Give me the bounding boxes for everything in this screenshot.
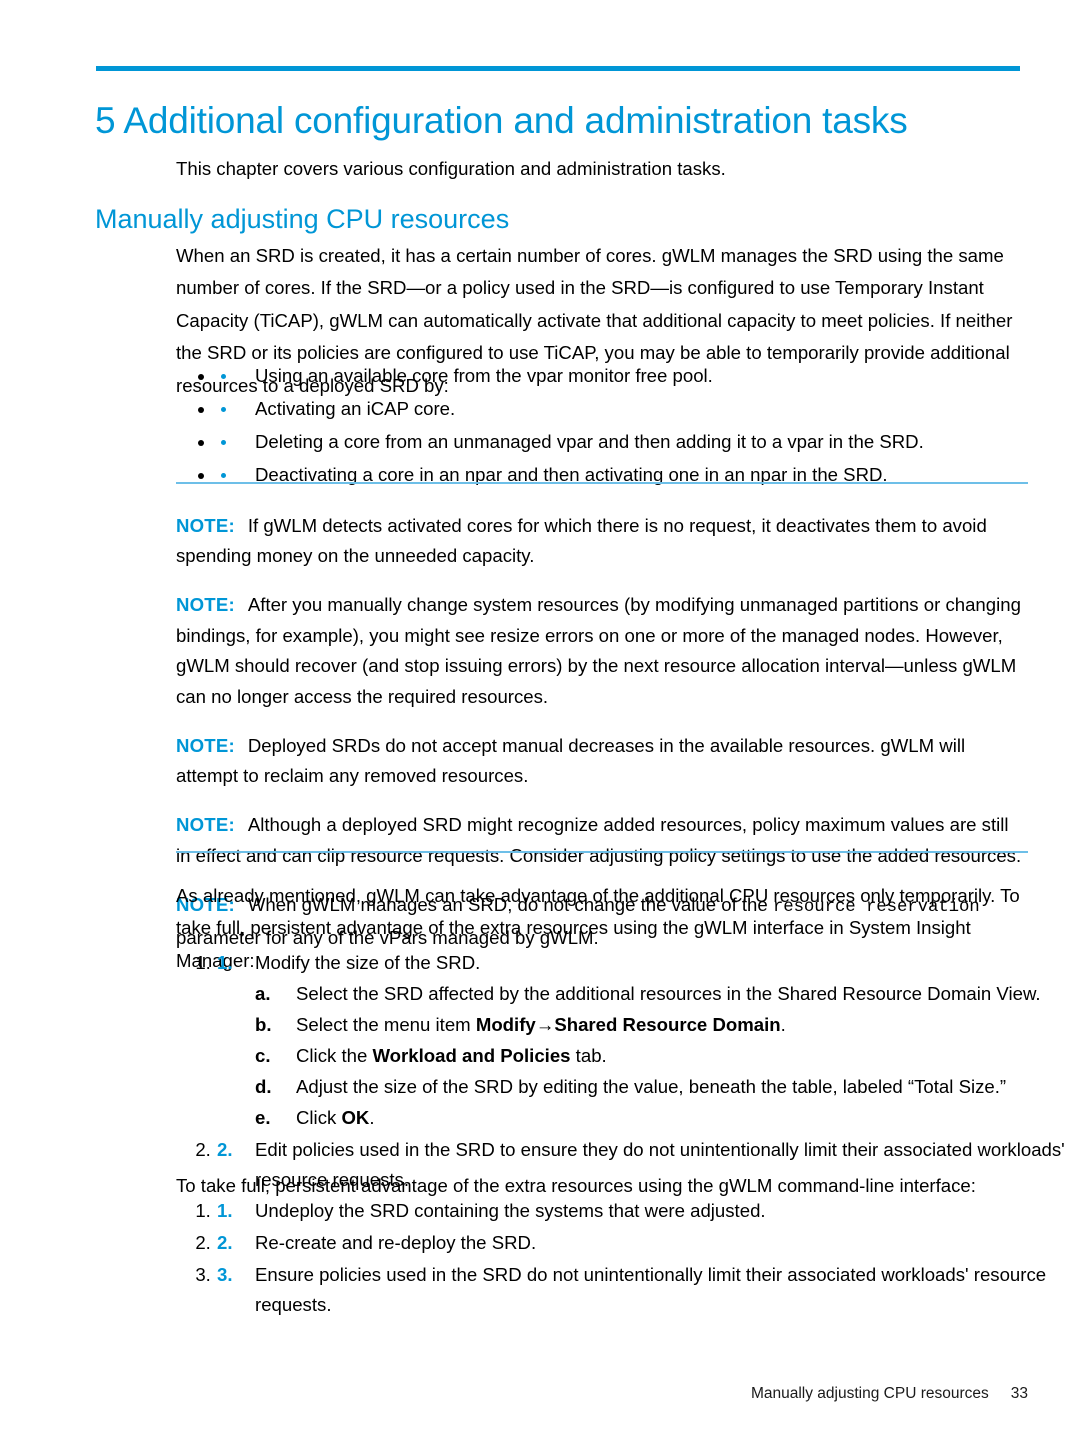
cli-step-text: Undeploy the SRD containing the systems … <box>255 1200 766 1221</box>
substep-marker: a. <box>255 983 271 1004</box>
bullet-dot-icon <box>221 440 226 445</box>
cli-step-text: Ensure policies used in the SRD do not u… <box>255 1264 1047 1315</box>
bullet-item: Using an available core from the vpar mo… <box>216 365 1068 387</box>
section-heading: Manually adjusting CPU resources <box>95 204 510 235</box>
bullet-item: Activating an iCAP core. <box>216 398 1068 420</box>
note-label: NOTE: <box>176 514 235 536</box>
substep-text: Select the SRD affected by the additiona… <box>296 983 1041 1004</box>
notes-top-rule <box>176 482 1028 484</box>
sim-step-marker: 1. <box>217 952 233 973</box>
substep-text: Adjust the size of the SRD by editing th… <box>296 1076 1007 1097</box>
footer-page-number: 33 <box>1010 1385 1028 1402</box>
bullet-item: Deleting a core from an unmanaged vpar a… <box>216 431 1068 453</box>
cli-step: 1. Undeploy the SRD containing the system… <box>216 1196 1068 1226</box>
bullet-dot-icon <box>221 407 226 412</box>
sim-step: 1. Modify the size of the SRD. a. Select th… <box>216 948 1068 1133</box>
note-block: NOTE: Although a deployed SRD might recog… <box>176 810 1028 871</box>
note-text: Although a deployed SRD might recognize … <box>176 814 1022 866</box>
substep-bold-term-2: Shared Resource Domain <box>554 1014 781 1035</box>
menu-arrow-icon: → <box>535 1014 555 1035</box>
substep-bold-term: OK <box>341 1107 370 1128</box>
cli-step-marker: 1. <box>217 1200 233 1221</box>
chapter-intro-paragraph: This chapter covers various configuratio… <box>176 157 726 179</box>
bullet-item-label: Activating an iCAP core. <box>255 398 456 419</box>
substep-item: a. Select the SRD affected by the additio… <box>255 979 1068 1009</box>
sim-step-marker: 2. <box>217 1139 233 1160</box>
substep-item: b. Select the menu item Modify→Shared Res… <box>255 1010 1068 1040</box>
cli-step-marker: 3. <box>217 1264 233 1285</box>
note-block: NOTE: Deployed SRDs do not accept manual … <box>176 731 1028 792</box>
substep-marker: c. <box>255 1045 271 1066</box>
substep-bold-term: Workload and Policies <box>372 1045 571 1066</box>
substep-text: Select the menu item Modify→Shared Resou… <box>296 1014 786 1035</box>
cli-step-marker: 2. <box>217 1232 233 1253</box>
note-text: Deployed SRDs do not accept manual decre… <box>176 734 966 787</box>
note-label: NOTE: <box>176 594 235 616</box>
note-label: NOTE: <box>176 814 235 836</box>
cli-step: 3. Ensure policies used in the SRD do not… <box>216 1260 1068 1320</box>
substep-marker: d. <box>255 1076 272 1097</box>
note-text: If gWLM detects activated cores for whic… <box>176 514 987 567</box>
substep-bold-term: Modify <box>475 1014 536 1035</box>
notes-bottom-rule <box>176 851 1028 853</box>
note-block: NOTE: If gWLM detects activated cores for… <box>176 511 1028 572</box>
bullet-dot-icon <box>221 374 226 379</box>
substep-list: a. Select the SRD affected by the additio… <box>255 979 1068 1133</box>
substep-marker: e. <box>255 1107 271 1128</box>
capability-bullet-list: Using an available core from the vpar mo… <box>176 365 1068 497</box>
note-label: NOTE: <box>176 734 235 756</box>
sim-ordered-steps: 1. Modify the size of the SRD. a. Select th… <box>176 948 1068 1197</box>
bullet-item-label: Deleting a core from an unmanaged vpar a… <box>255 431 924 452</box>
note-text: After you manually change system resourc… <box>176 594 1021 707</box>
cli-step: 2. Re-create and re-deploy the SRD. <box>216 1228 1068 1258</box>
substep-text: Click the Workload and Policies tab. <box>296 1045 607 1066</box>
substep-item: e. Click OK. <box>255 1103 1068 1133</box>
substep-marker: b. <box>255 1014 272 1035</box>
bullet-item-label: Using an available core from the vpar mo… <box>255 365 713 386</box>
substep-text: Click OK. <box>296 1107 375 1128</box>
cli-ordered-steps: 1. Undeploy the SRD containing the system… <box>176 1196 1068 1322</box>
chapter-top-rule <box>96 66 1020 71</box>
page-footer: Manually adjusting CPU resources 33 <box>176 1384 1028 1404</box>
substep-item: d. Adjust the size of the SRD by editing … <box>255 1072 1068 1102</box>
footer-running-head: Manually adjusting CPU resources <box>750 1385 989 1402</box>
substep-item: c. Click the Workload and Policies tab. <box>255 1041 1068 1071</box>
note-block: NOTE: After you manually change system re… <box>176 590 1028 712</box>
bullet-dot-icon <box>221 473 226 478</box>
chapter-title: 5 Additional configuration and administr… <box>95 99 908 141</box>
document-page: 5 Additional configuration and administr… <box>0 0 1080 1438</box>
sim-step-text: Modify the size of the SRD. <box>255 952 481 973</box>
cli-step-text: Re-create and re-deploy the SRD. <box>255 1232 537 1253</box>
